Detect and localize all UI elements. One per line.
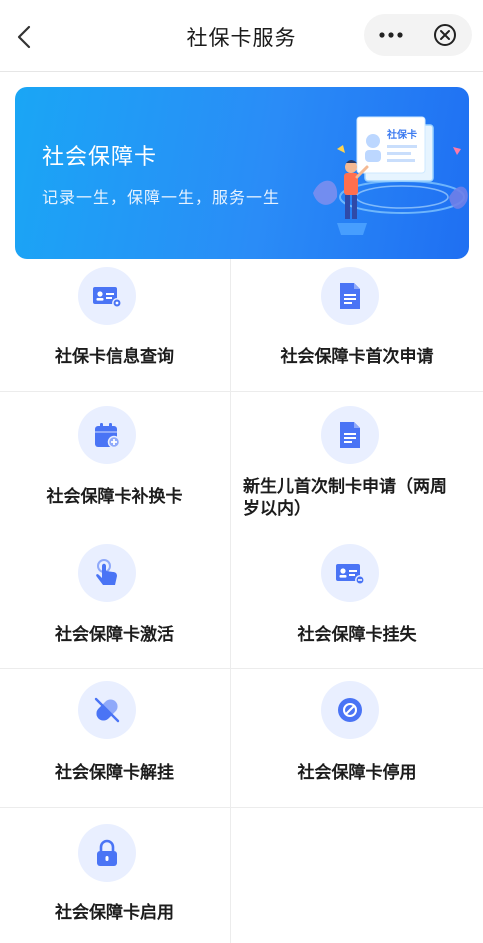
service-item-enable[interactable]: 社会保障卡启用	[0, 808, 229, 943]
pill-icon	[78, 681, 136, 739]
nav-bar: 社保卡服务	[0, 0, 483, 72]
id-card-icon	[78, 267, 136, 325]
more-dots-icon[interactable]	[364, 14, 418, 56]
service-label: 社会保障卡挂失	[297, 625, 417, 645]
mini-program-capsule	[364, 14, 472, 56]
social-security-card-illustration: 社保卡	[313, 116, 468, 235]
service-item-newborn-application[interactable]: 新生儿首次制卡申请（两周岁以内）	[231, 392, 483, 528]
service-item-unfreeze[interactable]: 社会保障卡解挂	[0, 669, 229, 806]
id-card-icon	[321, 544, 379, 602]
lock-icon	[78, 824, 136, 882]
calendar-plus-icon	[78, 406, 136, 464]
hero-banner: 社会保障卡 记录一生，保障一生，服务一生 社保卡	[15, 87, 469, 259]
service-item-activate[interactable]: 社会保障卡激活	[0, 530, 229, 667]
banner-subtitle: 记录一生，保障一生，服务一生	[42, 188, 281, 207]
service-label: 社会保障卡停用	[297, 763, 417, 783]
card-text: 社保卡	[386, 128, 417, 141]
service-label: 社会保障卡解挂	[55, 763, 174, 783]
stop-circle-icon	[321, 681, 379, 739]
close-circle-icon[interactable]	[418, 14, 472, 56]
service-label: 社会保障卡首次申请	[280, 347, 434, 367]
banner-title: 社会保障卡	[42, 145, 158, 170]
document-icon	[321, 406, 379, 464]
service-item-info-query[interactable]: 社保卡信息查询	[0, 259, 229, 391]
service-label: 社会保障卡启用	[55, 903, 174, 923]
service-label: 新生儿首次制卡申请（两周岁以内）	[243, 477, 447, 519]
service-item-card-replacement[interactable]: 社会保障卡补换卡	[0, 392, 229, 528]
service-item-report-loss[interactable]: 社会保障卡挂失	[231, 530, 483, 667]
service-label: 社保卡信息查询	[55, 347, 174, 367]
service-label: 社会保障卡激活	[55, 625, 174, 645]
document-icon	[321, 267, 379, 325]
service-item-first-application[interactable]: 社会保障卡首次申请	[231, 259, 483, 391]
service-item-suspend[interactable]: 社会保障卡停用	[231, 669, 483, 806]
hand-tap-icon	[78, 544, 136, 602]
service-label: 社会保障卡补换卡	[46, 487, 183, 507]
